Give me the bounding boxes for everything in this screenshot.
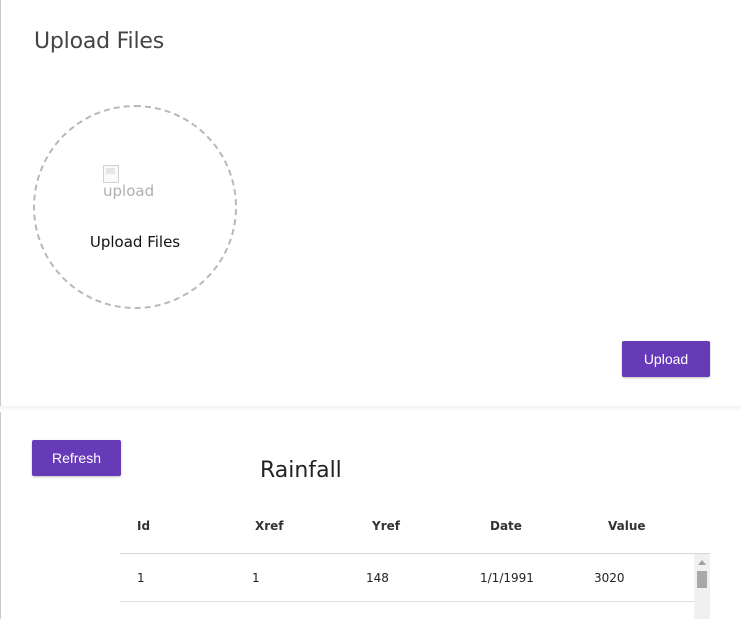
cell-date: 1/1/1991 — [480, 571, 534, 585]
file-dropzone[interactable]: upload Upload Files — [33, 105, 237, 309]
column-header-yref[interactable]: Yref — [372, 519, 400, 533]
section-divider — [0, 406, 742, 412]
table-body[interactable]: 1 1 148 1/1/1991 3020 — [120, 554, 710, 619]
upload-button[interactable]: Upload — [622, 341, 710, 377]
cell-id: 1 — [137, 571, 145, 585]
upload-card: Upload Files upload Upload Files Upload — [1, 0, 742, 406]
cell-yref: 148 — [366, 571, 389, 585]
broken-image-icon: upload — [103, 165, 159, 205]
page: Upload Files upload Upload Files Upload … — [0, 0, 742, 619]
upload-title: Upload Files — [34, 29, 164, 54]
scrollbar-thumb[interactable] — [697, 571, 707, 588]
table-header: Id Xref Yref Date Value — [120, 508, 710, 554]
column-header-date[interactable]: Date — [490, 519, 522, 533]
upload-image-alt-text: upload — [103, 182, 155, 200]
cell-xref: 1 — [252, 571, 260, 585]
scroll-up-arrow-icon[interactable] — [698, 560, 706, 565]
cell-value: 3020 — [594, 571, 625, 585]
table-scrollbar[interactable] — [694, 554, 710, 619]
image-placeholder-icon — [103, 165, 119, 183]
refresh-button[interactable]: Refresh — [32, 440, 121, 476]
dropzone-label: Upload Files — [89, 233, 181, 251]
column-header-xref[interactable]: Xref — [255, 519, 284, 533]
column-header-value[interactable]: Value — [608, 519, 646, 533]
table-row[interactable]: 1 1 148 1/1/1991 3020 — [120, 554, 694, 602]
table-title: Rainfall — [260, 458, 342, 483]
column-header-id[interactable]: Id — [137, 519, 150, 533]
